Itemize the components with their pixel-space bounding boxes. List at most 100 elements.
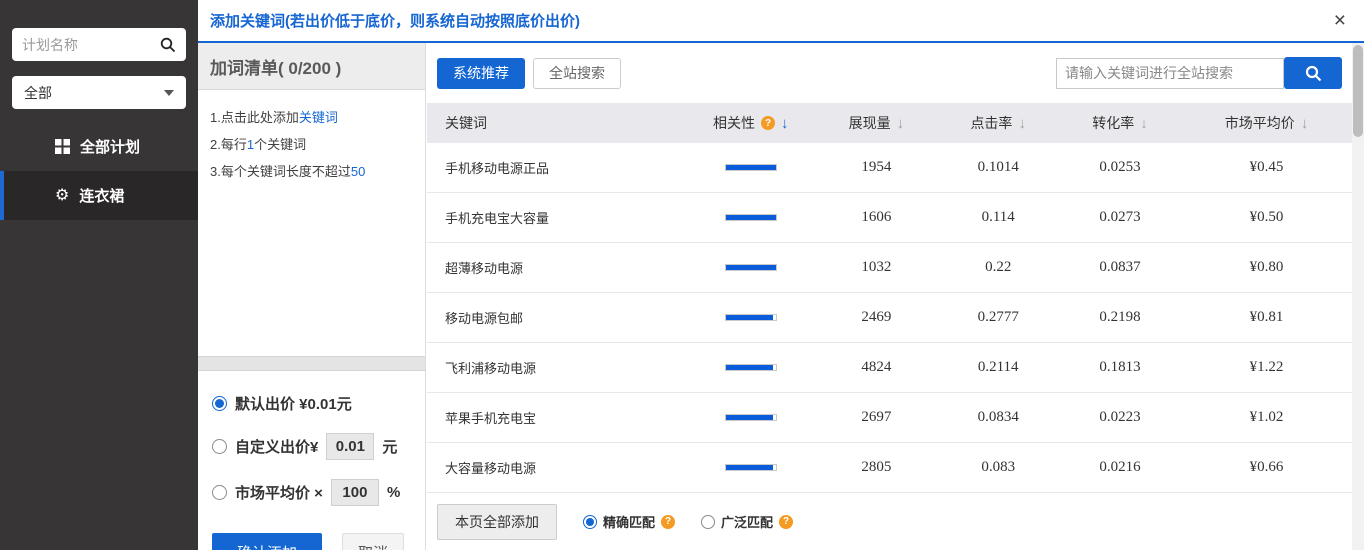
bid-option-label: 自定义出价¥ <box>235 436 318 457</box>
price-cell: ¥0.81 <box>1181 309 1352 326</box>
price-cell: ¥1.22 <box>1181 359 1352 376</box>
cvr-cell: 0.0216 <box>1059 459 1181 476</box>
help-icon[interactable]: ? <box>779 515 793 529</box>
relevance-bar <box>725 364 777 371</box>
word-list-header: 加词清单( 0/200 ) <box>198 43 425 90</box>
scrollbar-thumb[interactable] <box>1353 45 1363 137</box>
col-header-market-price[interactable]: 市场平均价 ↓ <box>1181 113 1352 133</box>
custom-bid-input[interactable] <box>326 433 374 460</box>
impressions-cell: 2469 <box>816 309 938 326</box>
bid-option-default[interactable]: 默认出价 ¥0.01元 <box>212 393 411 414</box>
market-pct-input[interactable] <box>331 479 379 506</box>
relevance-bar-fill <box>726 465 774 470</box>
sidebar-item-label: 全部计划 <box>80 136 140 157</box>
relevance-bar <box>725 264 777 271</box>
ctr-cell: 0.083 <box>937 459 1059 476</box>
cvr-cell: 0.0253 <box>1059 159 1181 176</box>
relevance-bar-fill <box>726 415 774 420</box>
sidebar-menu: 全部计划 ⚙ 连衣裙 <box>0 127 198 220</box>
table-row[interactable]: 苹果手机充电宝26970.08340.0223¥1.02 <box>427 393 1352 443</box>
impressions-cell: 4824 <box>816 359 938 376</box>
instruction-list[interactable]: 1.点击此处添加关键词2.每行1个关键词3.每个关键词长度不超过50 <box>198 90 425 356</box>
match-option-broad[interactable]: 广泛匹配 ? <box>701 512 793 531</box>
sidebar-item-dress-plan[interactable]: ⚙ 连衣裙 <box>0 171 198 220</box>
bid-option-label: 默认出价 ¥0.01元 <box>235 393 352 414</box>
modal-title: 添加关键词(若出价低于底价，则系统自动按照底价出价) <box>210 10 580 31</box>
plan-search-box[interactable] <box>12 28 186 61</box>
col-header-keyword: 关键词 <box>427 113 686 133</box>
table-header: 关键词 相关性 ? ↓ 展现量 ↓ 点击率 ↓ 转化率 ↓ 市场平均价 ↓ <box>427 103 1352 143</box>
sort-desc-icon[interactable]: ↓ <box>781 115 789 132</box>
col-header-impressions[interactable]: 展现量 ↓ <box>816 113 938 133</box>
search-icon[interactable] <box>160 37 176 53</box>
price-cell: ¥0.50 <box>1181 209 1352 226</box>
price-cell: ¥0.45 <box>1181 159 1352 176</box>
plan-filter-select[interactable]: 全部 <box>12 76 186 109</box>
match-option-label: 广泛匹配 <box>721 512 773 531</box>
col-header-cvr[interactable]: 转化率 ↓ <box>1059 113 1181 133</box>
vertical-scrollbar[interactable] <box>1352 43 1364 550</box>
relevance-bar <box>725 314 777 321</box>
table-row[interactable]: 大容量移动电源28050.0830.0216¥0.66 <box>427 443 1352 493</box>
tab-site-search[interactable]: 全站搜索 <box>533 58 621 89</box>
sort-icon[interactable]: ↓ <box>1018 115 1026 132</box>
radio-default-bid[interactable] <box>212 396 227 411</box>
table-row[interactable]: 手机移动电源正品19540.10140.0253¥0.45 <box>427 143 1352 193</box>
cvr-cell: 0.0273 <box>1059 209 1181 226</box>
sidebar: 全部 全部计划 ⚙ 连衣裙 <box>0 0 198 550</box>
plan-search-input[interactable] <box>22 37 160 53</box>
bid-option-unit: % <box>387 484 400 501</box>
cvr-cell: 0.0837 <box>1059 259 1181 276</box>
ctr-cell: 0.2777 <box>937 309 1059 326</box>
ctr-cell: 0.114 <box>937 209 1059 226</box>
help-icon[interactable]: ? <box>661 515 675 529</box>
confirm-add-button[interactable]: 确认添加 <box>212 533 322 550</box>
word-list-panel: 加词清单( 0/200 ) 1.点击此处添加关键词2.每行1个关键词3.每个关键… <box>198 43 426 550</box>
search-icon <box>1305 65 1322 82</box>
bid-option-unit: 元 <box>382 436 397 457</box>
sort-icon[interactable]: ↓ <box>1140 115 1148 132</box>
table-row[interactable]: 手机充电宝大容量16060.1140.0273¥0.50 <box>427 193 1352 243</box>
relevance-bar <box>725 164 777 171</box>
sidebar-item-all-plans[interactable]: 全部计划 <box>0 127 198 165</box>
keyword-search-button[interactable] <box>1284 57 1342 89</box>
radio-market-bid[interactable] <box>212 485 227 500</box>
instruction-line: 2.每行1个关键词 <box>210 131 413 158</box>
relevance-bar-fill <box>726 215 776 220</box>
ctr-cell: 0.2114 <box>937 359 1059 376</box>
radio-custom-bid[interactable] <box>212 439 227 454</box>
sort-icon[interactable]: ↓ <box>897 115 905 132</box>
col-header-ctr[interactable]: 点击率 ↓ <box>937 113 1059 133</box>
relevance-bar <box>725 214 777 221</box>
cancel-button[interactable]: 取消 <box>342 533 404 550</box>
table-row[interactable]: 超薄移动电源10320.220.0837¥0.80 <box>427 243 1352 293</box>
match-option-exact[interactable]: 精确匹配 ? <box>583 512 675 531</box>
table-row[interactable]: 移动电源包邮24690.27770.2198¥0.81 <box>427 293 1352 343</box>
tab-system-recommend[interactable]: 系统推荐 <box>437 58 525 89</box>
radio-broad-match[interactable] <box>701 515 715 529</box>
chevron-down-icon <box>164 90 174 96</box>
relevance-cell <box>686 364 816 371</box>
keyword-cell: 飞利浦移动电源 <box>427 358 686 377</box>
close-icon[interactable]: × <box>1334 10 1346 31</box>
relevance-cell <box>686 464 816 471</box>
ctr-cell: 0.1014 <box>937 159 1059 176</box>
relevance-cell <box>686 264 816 271</box>
radio-exact-match[interactable] <box>583 515 597 529</box>
table-row[interactable]: 飞利浦移动电源48240.21140.1813¥1.22 <box>427 343 1352 393</box>
bid-option-custom[interactable]: 自定义出价¥ 元 <box>212 433 411 460</box>
relevance-cell <box>686 414 816 421</box>
keyword-search-input[interactable] <box>1056 58 1284 89</box>
col-header-relevance[interactable]: 相关性 ? ↓ <box>686 113 816 133</box>
bid-option-market[interactable]: 市场平均价 × % <box>212 479 411 506</box>
help-icon[interactable]: ? <box>761 116 775 130</box>
cvr-cell: 0.0223 <box>1059 409 1181 426</box>
panel-buttons: 确认添加 取消 <box>198 525 425 550</box>
toolbar: 系统推荐全站搜索 <box>427 43 1352 103</box>
impressions-cell: 2805 <box>816 459 938 476</box>
sort-icon[interactable]: ↓ <box>1301 115 1309 132</box>
relevance-bar-fill <box>726 315 774 320</box>
relevance-bar-fill <box>726 265 776 270</box>
add-all-button[interactable]: 本页全部添加 <box>437 504 557 540</box>
keyword-main-area: 系统推荐全站搜索 关键词 相关性 ? ↓ 展现量 <box>427 43 1352 550</box>
